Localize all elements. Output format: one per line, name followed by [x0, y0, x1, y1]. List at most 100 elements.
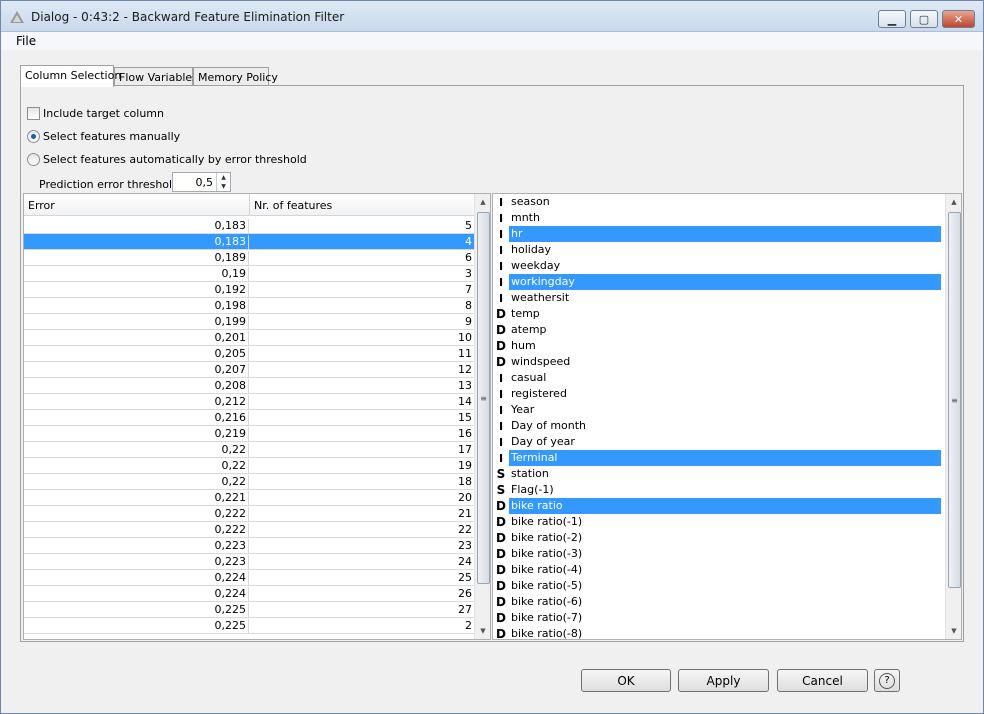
integer-type-icon: I	[498, 371, 504, 385]
threshold-value[interactable]: 0,5	[196, 176, 214, 189]
header-error[interactable]: Error	[28, 199, 55, 212]
column-list-item[interactable]: Iholiday	[493, 242, 961, 258]
column-list-item[interactable]: Dbike ratio(-6)	[493, 594, 961, 610]
table-row[interactable]: 0,224 25	[24, 570, 474, 586]
include-target-checkbox[interactable]	[27, 107, 40, 120]
table-row[interactable]: 0,224 26	[24, 586, 474, 602]
table-row[interactable]: 0,212 14	[24, 394, 474, 410]
column-list-item[interactable]: Dhum	[493, 338, 961, 354]
manual-radio[interactable]	[27, 130, 40, 143]
scroll-up-icon[interactable]: ▲	[475, 194, 490, 210]
threshold-spinner[interactable]: 0,5 ▲ ▼	[172, 172, 231, 192]
column-list-item[interactable]: Ihr	[493, 226, 961, 242]
table-row[interactable]: 0,192 7	[24, 282, 474, 298]
column-list-item[interactable]: Dtemp	[493, 306, 961, 322]
include-target-option[interactable]: Include target column	[27, 107, 164, 120]
threshold-label: Prediction error threshold	[39, 178, 180, 191]
double-type-icon: D	[496, 339, 506, 353]
table-row[interactable]: 0,221 20	[24, 490, 474, 506]
column-list-item[interactable]: Dbike ratio	[493, 498, 961, 514]
spin-down-icon[interactable]: ▼	[217, 182, 230, 191]
automatic-radio[interactable]	[27, 153, 40, 166]
column-list-item[interactable]: Dbike ratio(-8)	[493, 626, 961, 639]
column-list-item[interactable]: S Flag(-1)	[493, 482, 961, 498]
double-type-icon: D	[496, 323, 506, 337]
scroll-down-icon[interactable]: ▼	[946, 623, 961, 639]
table-scroll-thumb[interactable]: ≡	[477, 212, 490, 584]
table-row[interactable]: 0,216 15	[24, 410, 474, 426]
ok-button[interactable]: OK	[581, 669, 671, 692]
include-target-label: Include target column	[43, 107, 164, 120]
table-row[interactable]: 0,198 8	[24, 298, 474, 314]
column-list-item[interactable]: I Year	[493, 402, 961, 418]
column-name: Flag(-1)	[511, 483, 554, 496]
table-row[interactable]: 0,222 21	[24, 506, 474, 522]
menu-file[interactable]: File	[16, 34, 36, 48]
column-name: season	[511, 195, 550, 208]
column-list-item[interactable]: Dwindspeed	[493, 354, 961, 370]
scroll-down-icon[interactable]: ▼	[475, 623, 490, 639]
spin-up-icon[interactable]: ▲	[217, 173, 230, 182]
table-row[interactable]: 0,205 11	[24, 346, 474, 362]
column-list-item[interactable]: Sstation	[493, 466, 961, 482]
column-list-item[interactable]: I Terminal	[493, 450, 961, 466]
automatic-option[interactable]: Select features automatically by error t…	[27, 153, 307, 166]
tab-flow-variables[interactable]: Flow Variables	[114, 67, 198, 86]
minimize-button[interactable]: ▁	[878, 10, 906, 28]
column-list-item[interactable]: Imnth	[493, 210, 961, 226]
features-cell: 12	[458, 363, 472, 376]
table-row[interactable]: 0,219 16	[24, 426, 474, 442]
table-row[interactable]: 0,22 17	[24, 442, 474, 458]
column-name: bike ratio(-3)	[511, 547, 583, 560]
column-list-item[interactable]: Dbike ratio(-4)	[493, 562, 961, 578]
table-row[interactable]: 0,225 2	[24, 618, 474, 634]
column-list-item[interactable]: Iseason	[493, 194, 961, 210]
table-row[interactable]: 0,183 4	[24, 234, 474, 250]
column-list-item[interactable]: Dbike ratio(-1)	[493, 514, 961, 530]
apply-button[interactable]: Apply	[678, 669, 769, 692]
table-row[interactable]: 0,223 24	[24, 554, 474, 570]
table-row[interactable]: 0,201 10	[24, 330, 474, 346]
column-list-item[interactable]: Iweathersit	[493, 290, 961, 306]
header-features[interactable]: Nr. of features	[254, 199, 332, 212]
close-button[interactable]: ✕	[942, 10, 975, 28]
maximize-button[interactable]: ▢	[910, 10, 938, 28]
manual-option[interactable]: Select features manually	[27, 130, 180, 143]
table-row[interactable]: 0,225 27	[24, 602, 474, 618]
error-cell: 0,222	[24, 507, 249, 522]
table-row[interactable]: 0,222 22	[24, 522, 474, 538]
table-row[interactable]: 0,223 23	[24, 538, 474, 554]
column-list-item[interactable]: I Day of month	[493, 418, 961, 434]
column-list-item[interactable]: I Day of year	[493, 434, 961, 450]
list-scroll-thumb[interactable]: ≡	[948, 212, 961, 588]
help-button[interactable]: ?	[874, 669, 900, 692]
column-list-item[interactable]: Datemp	[493, 322, 961, 338]
table-row[interactable]: 0,208 13	[24, 378, 474, 394]
table-row[interactable]: 0,22 19	[24, 458, 474, 474]
table-row[interactable]: 0,189 6	[24, 250, 474, 266]
error-cell: 0,207	[24, 363, 249, 378]
column-list-item[interactable]: Icasual	[493, 370, 961, 386]
error-table: Error Nr. of features 0,183 5 0,183 4 0,189 6…	[23, 193, 491, 640]
table-scrollbar[interactable]: ▲ ≡ ▼	[474, 194, 490, 639]
column-list-item[interactable]: Iregistered	[493, 386, 961, 402]
column-list-item[interactable]: Dbike ratio(-3)	[493, 546, 961, 562]
string-type-icon: S	[496, 467, 506, 481]
table-row[interactable]: 0,207 12	[24, 362, 474, 378]
table-row[interactable]: 0,183 5	[24, 218, 474, 234]
column-list-item[interactable]: Iworkingday	[493, 274, 961, 290]
column-list-item[interactable]: Dbike ratio(-7)	[493, 610, 961, 626]
table-row[interactable]: 0,19 3	[24, 266, 474, 282]
column-list-item[interactable]: Dbike ratio(-5)	[493, 578, 961, 594]
features-cell: 21	[458, 507, 472, 520]
table-row[interactable]: 0,199 9	[24, 314, 474, 330]
tab-column-selection[interactable]: Column Selection	[20, 65, 121, 87]
cancel-button[interactable]: Cancel	[777, 669, 868, 692]
tab-memory-policy[interactable]: Memory Policy	[193, 67, 278, 86]
scroll-up-icon[interactable]: ▲	[946, 194, 961, 210]
column-list-item[interactable]: Dbike ratio(-2)	[493, 530, 961, 546]
table-row[interactable]: 0,22 18	[24, 474, 474, 490]
title-bar[interactable]: Dialog - 0:43:2 - Backward Feature Elimi…	[1, 1, 983, 32]
list-scrollbar[interactable]: ▲ ≡ ▼	[945, 194, 961, 639]
column-list-item[interactable]: Iweekday	[493, 258, 961, 274]
